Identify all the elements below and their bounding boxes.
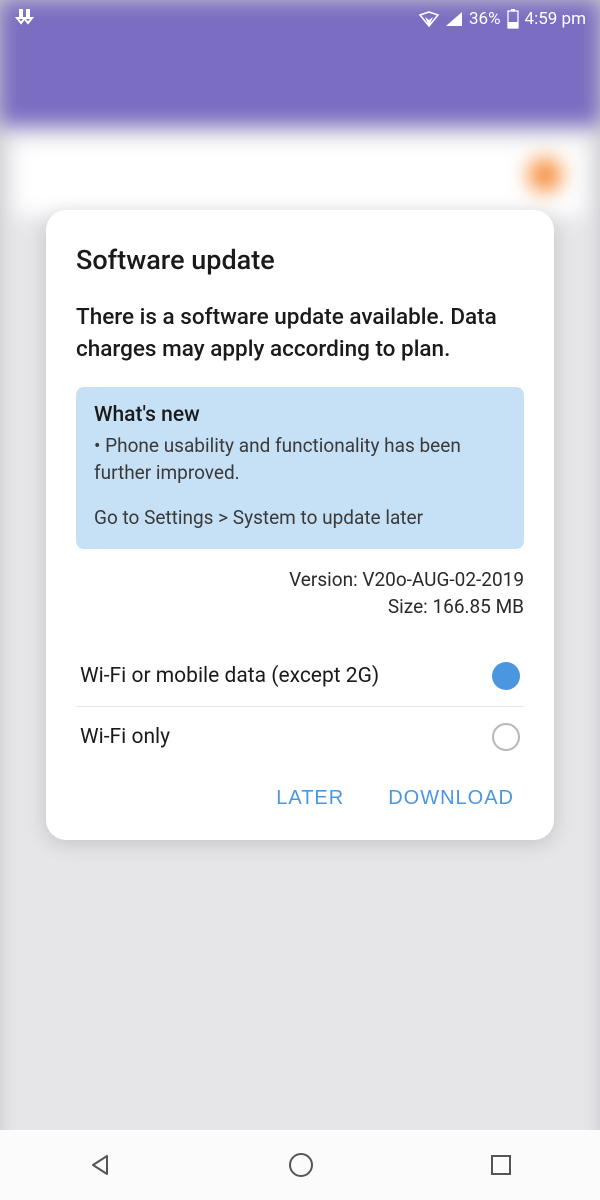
size-label: Size: 166.85 MB: [76, 594, 524, 621]
wifi-icon: [419, 10, 439, 28]
battery-icon: [507, 9, 519, 29]
back-icon[interactable]: [87, 1152, 113, 1178]
update-meta: Version: V20o-AUG-02-2019 Size: 166.85 M…: [76, 567, 524, 620]
navigation-bar: [0, 1130, 600, 1200]
dialog-buttons: LATER DOWNLOAD: [76, 767, 524, 816]
status-bar: 36% 4:59 pm: [0, 0, 600, 38]
later-button[interactable]: LATER: [276, 787, 344, 810]
radio-wifi-mobile[interactable]: Wi-Fi or mobile data (except 2G): [76, 646, 524, 706]
dialog-message: There is a software update available. Da…: [76, 302, 524, 365]
download-icon: [14, 7, 36, 31]
cellular-icon: [445, 11, 463, 27]
recents-icon[interactable]: [489, 1153, 513, 1177]
radio-selected-icon: [492, 662, 520, 690]
dialog-title: Software update: [76, 244, 524, 276]
battery-percent: 36%: [469, 9, 501, 29]
radio-unselected-icon: [492, 723, 520, 751]
software-update-dialog: Software update There is a software upda…: [46, 210, 554, 840]
home-icon[interactable]: [287, 1151, 315, 1179]
whats-new-heading: What's new: [94, 403, 506, 427]
whats-new-item: • Phone usability and functionality has …: [94, 433, 506, 486]
clock: 4:59 pm: [525, 9, 586, 29]
download-button[interactable]: DOWNLOAD: [388, 787, 514, 810]
radio-wifi-only[interactable]: Wi-Fi only: [76, 706, 524, 767]
whats-new-box: What's new • Phone usability and functio…: [76, 387, 524, 549]
radio-label: Wi-Fi or mobile data (except 2G): [80, 664, 379, 688]
version-label: Version: V20o-AUG-02-2019: [76, 567, 524, 594]
radio-label: Wi-Fi only: [80, 725, 170, 749]
download-mode-group: Wi-Fi or mobile data (except 2G) Wi-Fi o…: [76, 646, 524, 767]
whats-new-hint: Go to Settings > System to update later: [94, 506, 506, 529]
